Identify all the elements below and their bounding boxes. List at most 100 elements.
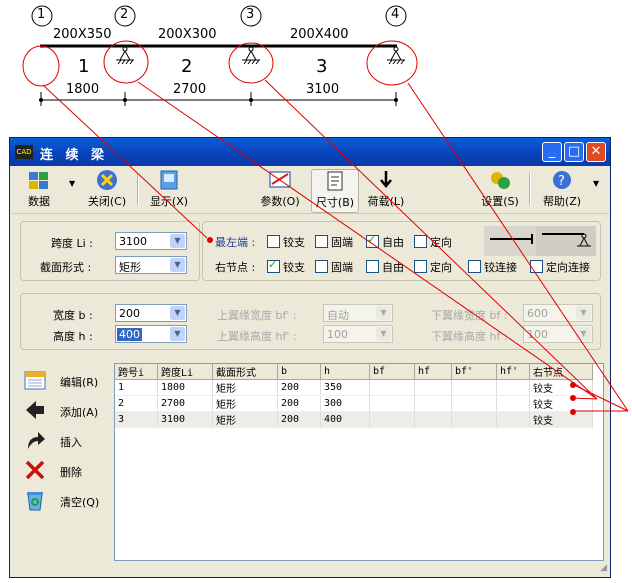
height-select[interactable]: 400 ▼ [115,325,187,343]
span-number-2: 2 [181,56,193,77]
display-button[interactable]: 显示(X) [145,169,193,211]
col-section-type[interactable]: 截面形式 [212,364,278,380]
right-guided-checkbox[interactable] [414,260,427,273]
node-number-4: 4 [391,7,400,22]
col-b[interactable]: b [277,364,321,380]
col-bf-prime[interactable]: bf' [451,364,497,380]
top-flange-height-select[interactable]: 100 ▼ [323,325,393,343]
table-row[interactable]: 2 2700 矩形 200 300 铰支 [115,395,593,412]
settings-button[interactable]: 设置(S) [477,169,523,211]
minimize-button[interactable]: _ [542,142,562,162]
top-flange-height-value: 100 [327,328,348,341]
chevron-down-icon: ▼ [170,234,185,248]
annotation-dot [207,237,213,243]
bottom-flange-width-label: 下翼缘宽度 bf : [431,309,508,322]
span-length-3: 3100 [306,82,340,97]
span-length-label: 跨度 Li : [51,237,93,250]
col-span-no[interactable]: 跨号i [115,364,158,380]
right-hinged-label: 铰支 [283,261,305,274]
col-hf-prime[interactable]: hf' [496,364,530,380]
span-data-table[interactable]: 跨号i 跨度Li 截面形式 b h bf hf bf' hf' 右节点 1 18… [114,363,604,561]
chevron-down-icon: ▼ [376,327,391,341]
top-flange-width-value: 自动 [327,309,349,322]
delete-button-label: 删除 [60,466,82,479]
top-flange-width-select[interactable]: 自动 ▼ [323,304,393,322]
toolbar-separator [137,173,139,205]
node-number-2: 2 [120,7,129,22]
display-button-label: 显示(X) [149,195,189,208]
span-length-1: 1800 [66,82,100,97]
bottom-flange-height-label: 下翼缘高度 hf : [431,330,508,343]
title-bar[interactable]: CAD 连 续 梁 _ □ ✕ [10,138,610,166]
cell-h: 400 [320,411,370,428]
help-button[interactable]: ? 帮助(Z) [539,169,585,211]
data-button[interactable]: 数据 [19,169,59,211]
section-type-value: 矩形 [119,261,141,274]
add-button-label: 添加(A) [60,406,99,419]
col-h[interactable]: h [320,364,370,380]
width-select[interactable]: 200 ▼ [115,304,187,322]
bottom-flange-width-select[interactable]: 600 ▼ [523,304,593,322]
span-length-value: 3100 [119,235,147,248]
left-free-checkbox[interactable] [366,233,379,248]
col-bf[interactable]: bf [369,364,415,380]
section-type-label: 截面形式 : [40,261,92,274]
resize-grip-icon[interactable]: ◢ [600,563,607,573]
chevron-down-icon[interactable]: ▼ [69,179,75,188]
left-hinged-checkbox[interactable] [267,235,280,248]
load-button[interactable]: 荷载(L) [363,169,409,211]
width-label: 宽度 b : [53,309,93,322]
right-node-label: 右节点 : [215,261,256,274]
table-row[interactable]: 3 3100 矩形 200 400 铰支 [115,411,593,428]
params-button[interactable]: 参数(O) [257,169,303,211]
cell-hf-prime [496,379,530,396]
cell-hf-prime [496,395,530,412]
right-hinged-checkbox[interactable] [267,258,280,273]
col-right-node[interactable]: 右节点 [529,364,593,380]
size-button[interactable]: 尺寸(B) [311,169,359,213]
col-hf[interactable]: hf [414,364,452,380]
left-fixed-checkbox[interactable] [315,235,328,248]
load-button-label: 荷载(L) [367,195,405,208]
params-button-label: 参数(O) [260,195,300,208]
top-flange-width-label: 上翼缘宽度 bf' : [217,309,297,322]
data-button-label: 数据 [28,195,50,208]
maximize-button[interactable]: □ [564,142,584,162]
svg-text:?: ? [558,174,565,189]
span-length-select[interactable]: 3100 ▼ [115,232,187,250]
help-button-label: 帮助(Z) [542,195,582,208]
bottom-flange-height-select[interactable]: 100 ▼ [523,325,593,343]
close-button-label: 关闭(C) [87,195,127,208]
annotation-dot [570,409,576,415]
chevron-down-icon: ▼ [170,327,185,341]
cell-bf-prime [451,411,497,428]
section-type-select[interactable]: 矩形 ▼ [115,256,187,274]
table-row[interactable]: 1 1800 矩形 200 350 铰支 [115,379,593,396]
display-icon [160,170,178,190]
right-free-checkbox[interactable] [366,260,379,273]
size-icon [327,171,343,191]
right-hinge-connection-checkbox[interactable] [468,260,481,273]
cell-bf-prime [451,395,497,412]
cell-span-no: 2 [115,395,158,412]
height-value: 400 [117,328,142,341]
left-guided-checkbox[interactable] [414,235,427,248]
close-button[interactable]: 关闭(C) [83,169,131,211]
right-guided-connection-checkbox[interactable] [530,260,543,273]
cell-h: 350 [320,379,370,396]
cell-section-type: 矩形 [212,395,278,412]
app-icon: CAD [15,145,33,159]
cell-section-type: 矩形 [212,379,278,396]
toolbar-separator [529,173,531,205]
cell-b: 200 [277,411,321,428]
right-fixed-checkbox[interactable] [315,260,328,273]
edit-button-label: 编辑(R) [60,376,99,389]
span-number-1: 1 [78,56,90,77]
gear-icon [491,172,510,189]
help-icon: ? [553,171,571,189]
close-window-button[interactable]: ✕ [586,142,606,162]
col-span-length[interactable]: 跨度Li [157,364,213,380]
chevron-down-icon[interactable]: ▼ [593,179,599,188]
support-group: 最左端 : 右节点 : 铰支 固端 自由 定向 铰支 固端 自由 定向 铰连接 … [202,221,601,281]
chevron-down-icon: ▼ [576,327,591,341]
